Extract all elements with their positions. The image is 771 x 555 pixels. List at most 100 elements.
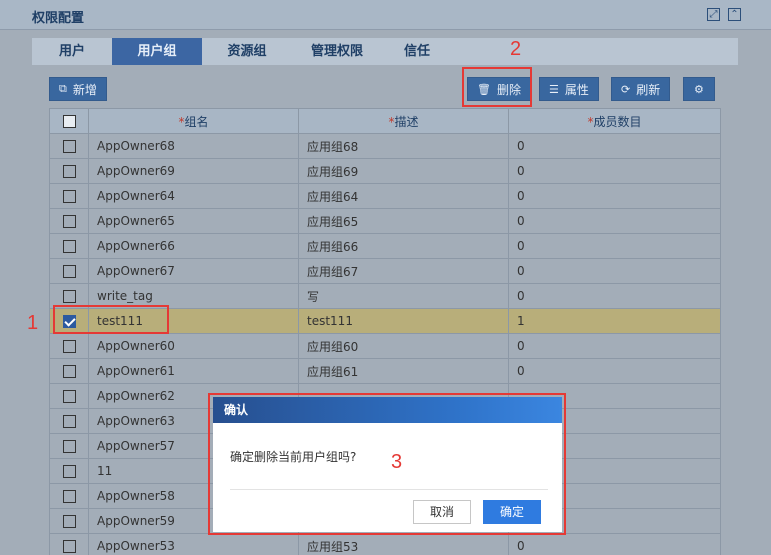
- cell-group-name: AppOwner67: [88, 258, 299, 284]
- table-row[interactable]: AppOwner67 应用组67 0: [49, 258, 721, 284]
- row-select-cell: [49, 183, 89, 209]
- panel-title: 权限配置: [32, 11, 85, 26]
- add-button[interactable]: ⧉ 新增: [49, 77, 107, 101]
- cell-member-count: 1: [508, 308, 721, 334]
- row-checkbox[interactable]: [62, 340, 76, 353]
- cell-description: 应用组65: [298, 208, 509, 234]
- row-select-cell: [49, 383, 89, 409]
- tab-admin-permissions[interactable]: 管理权限: [292, 38, 382, 65]
- row-select-cell: [49, 258, 89, 284]
- annotation-box-2: [462, 67, 532, 107]
- cell-description: 应用组68: [298, 133, 509, 159]
- row-checkbox[interactable]: [62, 240, 76, 253]
- row-select-cell: [49, 208, 89, 234]
- copy-icon: ⧉: [59, 82, 67, 95]
- dialog-divider: [230, 489, 548, 490]
- cell-description: 应用组69: [298, 158, 509, 184]
- cell-description: 应用组66: [298, 233, 509, 259]
- row-checkbox[interactable]: [62, 490, 76, 503]
- cell-member-count: 0: [508, 133, 721, 159]
- row-checkbox[interactable]: [62, 190, 76, 203]
- cell-description: 应用组53: [298, 533, 509, 555]
- row-checkbox[interactable]: [62, 515, 76, 528]
- row-checkbox[interactable]: [62, 140, 76, 153]
- cell-description: 写: [298, 283, 509, 309]
- tab-resource-groups[interactable]: 资源组: [202, 38, 292, 65]
- cell-group-name: AppOwner68: [88, 133, 299, 159]
- row-select-cell: [49, 483, 89, 509]
- cell-description: 应用组60: [298, 333, 509, 359]
- gear-icon: ⚙: [694, 82, 704, 96]
- annotation-number-2: 2: [510, 38, 522, 60]
- panel-header: 权限配置 ⤢ ⌃: [0, 0, 771, 30]
- row-checkbox[interactable]: [62, 465, 76, 478]
- collapse-icon[interactable]: ⌃: [728, 8, 741, 21]
- row-checkbox[interactable]: [62, 390, 76, 403]
- cell-member-count: 0: [508, 258, 721, 284]
- row-select-cell: [49, 133, 89, 159]
- cell-group-name: AppOwner61: [88, 358, 299, 384]
- list-icon: ☰: [549, 82, 559, 96]
- table-row[interactable]: AppOwner61 应用组61 0: [49, 358, 721, 384]
- row-select-cell: [49, 533, 89, 555]
- refresh-button[interactable]: ⟳ 刷新: [611, 77, 671, 101]
- refresh-button-label: 刷新: [636, 82, 661, 97]
- row-checkbox[interactable]: [62, 365, 76, 378]
- row-checkbox[interactable]: [62, 265, 76, 278]
- cell-member-count: 0: [508, 533, 721, 555]
- annotation-number-1: 1: [27, 312, 39, 334]
- cell-member-count: 0: [508, 358, 721, 384]
- row-checkbox[interactable]: [62, 440, 76, 453]
- table-row[interactable]: AppOwner53 应用组53 0: [49, 533, 721, 555]
- tab-bar: 用户 用户组 资源组 管理权限 信任: [32, 38, 738, 65]
- cell-member-count: 0: [508, 183, 721, 209]
- row-checkbox[interactable]: [62, 215, 76, 228]
- table-row[interactable]: AppOwner65 应用组65 0: [49, 208, 721, 234]
- table-row[interactable]: AppOwner64 应用组64 0: [49, 183, 721, 209]
- row-checkbox[interactable]: [62, 290, 76, 303]
- cell-group-name: AppOwner64: [88, 183, 299, 209]
- add-button-label: 新增: [72, 82, 97, 97]
- cell-member-count: 0: [508, 283, 721, 309]
- annotation-number-3: 3: [391, 451, 403, 473]
- cell-member-count: 0: [508, 333, 721, 359]
- table-row[interactable]: AppOwner60 应用组60 0: [49, 333, 721, 359]
- settings-button[interactable]: ⚙: [683, 77, 715, 101]
- cell-group-name: AppOwner66: [88, 233, 299, 259]
- cell-group-name: AppOwner65: [88, 208, 299, 234]
- col-header-count[interactable]: *成员数目: [508, 108, 721, 134]
- row-select-cell: [49, 333, 89, 359]
- col-header-desc[interactable]: *描述: [298, 108, 509, 134]
- confirm-dialog: 确认 确定删除当前用户组吗? 3 取消 确定: [213, 397, 562, 532]
- confirm-button[interactable]: 确定: [483, 500, 541, 524]
- col-header-name[interactable]: *组名: [88, 108, 299, 134]
- table-row[interactable]: AppOwner69 应用组69 0: [49, 158, 721, 184]
- refresh-icon: ⟳: [621, 82, 631, 96]
- cell-description: test111: [298, 308, 509, 334]
- dialog-message: 确定删除当前用户组吗?: [230, 450, 357, 464]
- cancel-button[interactable]: 取消: [413, 500, 471, 524]
- properties-button[interactable]: ☰ 属性: [539, 77, 599, 101]
- row-select-cell: [49, 358, 89, 384]
- cell-member-count: 0: [508, 233, 721, 259]
- dialog-title: 确认: [213, 397, 562, 423]
- tab-users[interactable]: 用户: [32, 38, 112, 65]
- row-checkbox[interactable]: [62, 165, 76, 178]
- cell-member-count: 0: [508, 158, 721, 184]
- properties-button-label: 属性: [564, 82, 589, 97]
- permission-panel: 权限配置 ⤢ ⌃ 用户 用户组 资源组 管理权限 信任 ⧉ 新增 🗑 删除 ☰ …: [0, 0, 771, 555]
- row-checkbox[interactable]: [62, 540, 76, 553]
- select-all-checkbox[interactable]: [62, 115, 76, 128]
- expand-icon[interactable]: ⤢: [707, 8, 720, 21]
- select-all-cell: [49, 108, 89, 134]
- row-select-cell: [49, 158, 89, 184]
- tab-trust[interactable]: 信任: [382, 38, 452, 65]
- row-checkbox[interactable]: [62, 415, 76, 428]
- cell-description: 应用组67: [298, 258, 509, 284]
- table-row[interactable]: AppOwner68 应用组68 0: [49, 133, 721, 159]
- cell-group-name: AppOwner69: [88, 158, 299, 184]
- annotation-box-1: [53, 305, 169, 334]
- table-row[interactable]: AppOwner66 应用组66 0: [49, 233, 721, 259]
- tab-user-groups[interactable]: 用户组: [112, 38, 202, 65]
- row-select-cell: [49, 408, 89, 434]
